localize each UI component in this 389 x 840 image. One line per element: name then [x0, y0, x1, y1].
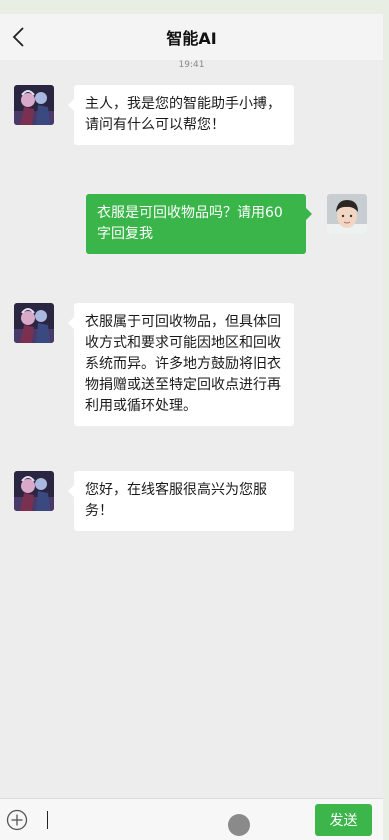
ai-avatar-image: [14, 471, 54, 511]
floating-touch-indicator[interactable]: [228, 814, 250, 836]
message-input-bar: 发送: [0, 798, 383, 840]
send-button[interactable]: 发送: [315, 804, 372, 836]
ai-message-bubble: 衣服属于可回收物品，但具体回收方式和要求可能因地区和回收系统而异。许多地方鼓励将…: [68, 303, 294, 426]
user-message-bubble: 衣服是可回收物品吗？请用60字回复我: [86, 194, 312, 254]
right-edge-strip: [383, 0, 389, 840]
add-attachment-button[interactable]: [6, 809, 28, 831]
ai-avatar[interactable]: [14, 471, 54, 511]
user-avatar[interactable]: [327, 194, 367, 234]
chat-screen: 智能AI 19:41 主人，我是您的智能助手小搏，请问有什么可以帮您！ 衣服是可…: [0, 0, 383, 840]
ai-avatar-image: [14, 85, 54, 125]
chat-header: 智能AI: [0, 14, 383, 60]
ai-avatar-image: [14, 303, 54, 343]
ai-avatar[interactable]: [14, 303, 54, 343]
page-title: 智能AI: [166, 29, 217, 48]
ai-avatar[interactable]: [14, 85, 54, 125]
user-avatar-image: [327, 194, 367, 234]
ai-message-bubble: 主人，我是您的智能助手小搏，请问有什么可以帮您！: [68, 85, 294, 145]
status-strip: [0, 0, 383, 14]
ai-message-bubble: 您好，在线客服很高兴为您服务！: [68, 471, 294, 531]
plus-circle-icon: [6, 809, 28, 831]
message-timestamp: 19:41: [178, 60, 205, 70]
text-cursor: [47, 811, 48, 829]
message-input[interactable]: [40, 806, 302, 834]
